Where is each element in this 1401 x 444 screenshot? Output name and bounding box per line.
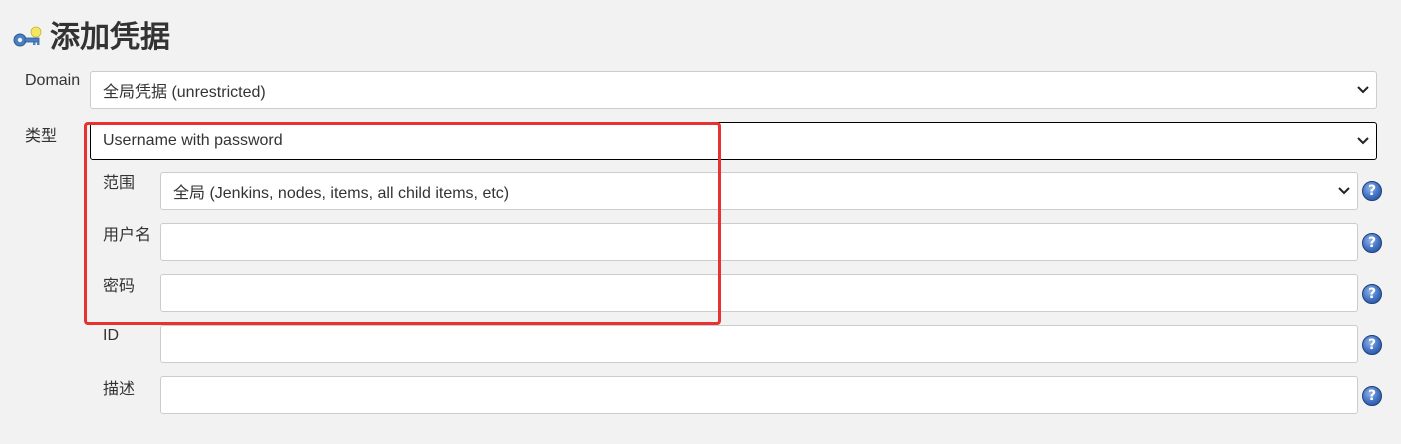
chevron-down-icon: [1357, 86, 1369, 94]
kind-select-value: Username with password: [103, 132, 283, 149]
scope-select-value: 全局 (Jenkins, nodes, items, all child ite…: [173, 185, 510, 202]
domain-label: Domain: [25, 72, 81, 89]
kind-label: 类型: [25, 128, 58, 145]
password-input[interactable]: [160, 274, 1358, 312]
chevron-down-icon: [1357, 137, 1369, 145]
help-icon-id[interactable]: ?: [1362, 335, 1382, 355]
page-title: 添加凭据: [50, 20, 170, 55]
username-input[interactable]: [160, 223, 1358, 261]
help-icon-password[interactable]: ?: [1362, 284, 1382, 304]
id-label: ID: [103, 327, 119, 344]
help-icon-scope[interactable]: ?: [1362, 181, 1382, 201]
description-label: 描述: [103, 381, 136, 398]
help-icon-username[interactable]: ?: [1362, 233, 1382, 253]
description-input[interactable]: [160, 376, 1358, 414]
kind-select[interactable]: Username with password: [90, 122, 1377, 160]
domain-select[interactable]: 全局凭据 (unrestricted): [90, 71, 1377, 109]
chevron-down-icon: [1338, 187, 1350, 195]
help-icon-description[interactable]: ?: [1362, 386, 1382, 406]
username-label: 用户名: [103, 227, 152, 244]
scope-select[interactable]: 全局 (Jenkins, nodes, items, all child ite…: [160, 172, 1358, 210]
password-label: 密码: [103, 278, 136, 295]
domain-select-value: 全局凭据 (unrestricted): [103, 84, 266, 101]
id-input[interactable]: [160, 325, 1358, 363]
key-icon: [13, 26, 42, 47]
scope-label: 范围: [103, 175, 136, 192]
